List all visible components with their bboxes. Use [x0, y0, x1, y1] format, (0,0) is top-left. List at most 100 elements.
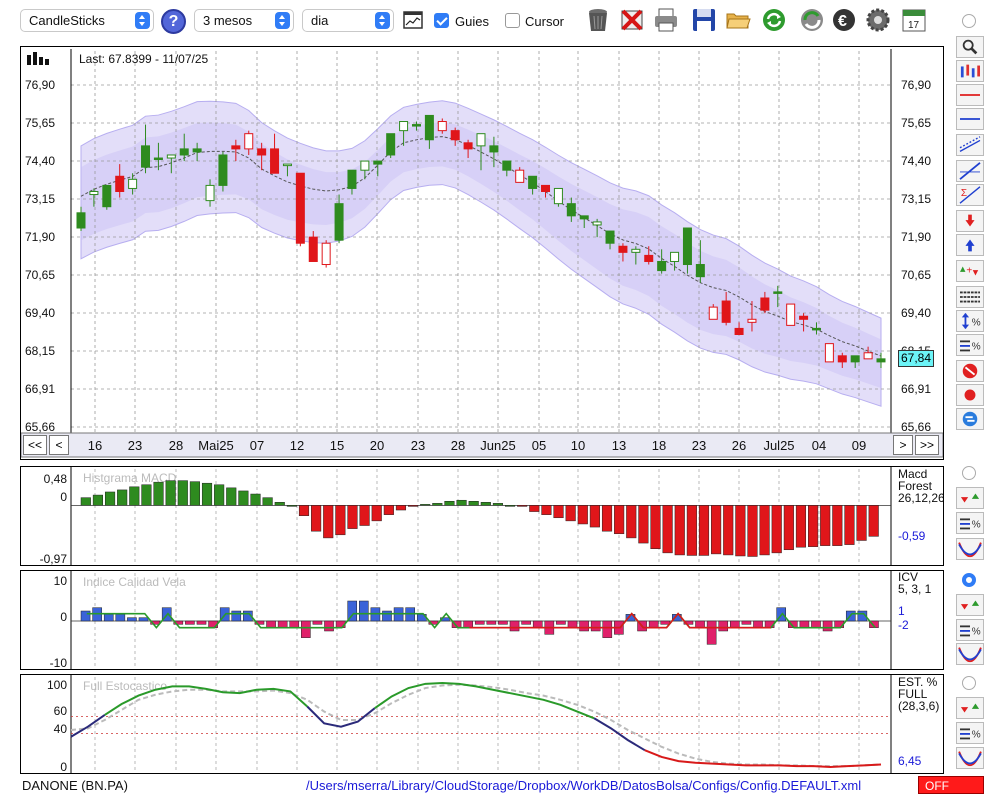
stochastic-panel[interactable]: Full Estocastico 100 60 40 0 EST. % FULL (28,3,…	[20, 674, 944, 774]
open-folder-icon[interactable]	[724, 6, 752, 34]
period-select[interactable]: 3 mesos	[194, 9, 294, 32]
side-label: 26,12,26	[898, 491, 943, 505]
x-tick-label: 04	[812, 438, 826, 453]
icv-chart[interactable]: Indice Calidad Vela100-10ICV5, 3, 11-2	[21, 570, 943, 670]
candles-icon[interactable]	[956, 60, 984, 82]
no-entry-icon[interactable]	[956, 360, 984, 382]
x-tick-label: 26	[732, 438, 746, 453]
cursor-checkbox[interactable]	[505, 13, 520, 28]
histogram-bar	[662, 505, 673, 554]
horizontal-line-blue-icon[interactable]	[956, 108, 984, 130]
arrow-down-icon[interactable]	[956, 210, 984, 232]
side-label: 6,45	[898, 754, 922, 768]
print-icon[interactable]	[652, 6, 680, 34]
calendar-icon[interactable]: 17	[900, 6, 928, 34]
histogram-bar	[820, 505, 831, 546]
candle	[553, 187, 563, 205]
histogram-bar	[759, 505, 770, 556]
histogram-bar	[486, 620, 497, 625]
refresh-icon[interactable]	[760, 6, 788, 34]
off-indicator[interactable]: OFF	[918, 776, 984, 794]
percent-lines-icon[interactable]: %	[956, 722, 984, 744]
x-tick-label: 28	[169, 438, 183, 453]
candle	[360, 160, 370, 171]
signals-updown-icon[interactable]	[956, 487, 984, 509]
arrow-up-icon[interactable]	[956, 234, 984, 256]
histogram-bar	[626, 505, 637, 539]
channel-icon[interactable]	[956, 134, 984, 156]
candle	[850, 355, 860, 363]
icv-radio[interactable]	[962, 573, 976, 587]
histogram-bar	[698, 505, 710, 556]
config-path-link[interactable]: /Users/mserra/Library/CloudStorage/Dropb…	[306, 778, 861, 793]
currency-icon[interactable]: €	[830, 6, 858, 34]
side-label: 1	[898, 604, 905, 618]
nav-prev-button[interactable]: <	[49, 435, 69, 455]
percent-lines-icon[interactable]: %	[956, 334, 984, 356]
chart-window-icon[interactable]	[402, 9, 424, 31]
zoom-icon[interactable]	[956, 36, 984, 58]
oscillator-icon[interactable]	[956, 747, 984, 769]
candlestick-chart-panel[interactable]: 76,90 76,90 75,65 75,65 74,40 74,40 73,15 73,15…	[20, 46, 944, 460]
candlestick-chart[interactable]: 76,90 76,90 75,65 75,65 74,40 74,40 73,15 73,15…	[20, 47, 944, 459]
nav-first-button[interactable]: <<	[23, 435, 47, 455]
candle	[708, 306, 718, 320]
icv-panel[interactable]: Indice Calidad Vela 10 0 -10 ICV 5, 3, 1 1 -2	[20, 570, 944, 670]
histogram-bar	[238, 490, 249, 506]
save-icon[interactable]	[690, 6, 718, 34]
fibonacci-icon[interactable]: Σ	[956, 184, 984, 206]
y-tick-right: 69,40	[901, 306, 931, 320]
interval-select[interactable]: dia	[302, 9, 394, 32]
macd-histogram-chart[interactable]: Histgrama MACD0,480-0,97MacdForest26,12,…	[21, 467, 945, 566]
histogram-bar	[590, 620, 601, 632]
percent-lines-icon[interactable]: %	[956, 512, 984, 534]
histogram-bar	[129, 486, 140, 506]
percent-lines-icon[interactable]: %	[956, 619, 984, 641]
histogram-bar	[298, 505, 310, 516]
record-icon[interactable]	[956, 384, 984, 406]
guides-checkbox[interactable]	[434, 13, 449, 28]
candle	[476, 133, 486, 147]
oscillator-icon[interactable]	[956, 643, 984, 665]
histogram-bar	[799, 620, 810, 628]
lines-icon[interactable]	[956, 286, 984, 308]
delete-chart-icon[interactable]	[618, 6, 646, 34]
candle	[618, 245, 628, 253]
macd-radio[interactable]	[962, 466, 976, 480]
swap-icon[interactable]	[956, 408, 984, 430]
signals-updown-icon[interactable]	[956, 697, 984, 719]
last-price-label: Last: 67.8399 - 11/07/25	[79, 52, 209, 66]
chevron-updown-icon	[375, 12, 390, 29]
candle	[463, 142, 473, 150]
guides-label: Guies	[455, 14, 489, 29]
candle	[437, 121, 447, 132]
histogram-bar	[382, 610, 392, 622]
percent-scale-icon[interactable]: %	[956, 310, 984, 332]
stochastic-chart[interactable]: Full Estocastico10060400EST. %FULL(28,3,…	[21, 675, 943, 774]
x-tick-label: 28	[451, 438, 465, 453]
help-button[interactable]: ?	[161, 9, 186, 34]
candle	[541, 184, 551, 192]
nav-last-button[interactable]: >>	[915, 435, 939, 455]
signals-icon[interactable]: +	[956, 260, 984, 282]
histogram-bar	[660, 620, 671, 625]
stochastic-radio[interactable]	[962, 676, 976, 690]
sync-icon[interactable]	[798, 6, 826, 34]
candle	[308, 236, 318, 262]
trendline-icon[interactable]	[956, 160, 984, 182]
main-panel-radio[interactable]	[962, 14, 976, 28]
candle	[373, 160, 383, 165]
candle	[115, 175, 125, 192]
x-tick-label: 23	[692, 438, 706, 453]
chart-type-select[interactable]: CandleSticks	[20, 9, 154, 32]
trash-icon[interactable]	[584, 6, 612, 34]
histogram-bar	[753, 620, 763, 628]
x-tick-label: 07	[250, 438, 264, 453]
macd-panel[interactable]: Histgrama MACD 0,48 0 -0,97 Macd Forest 26,12,…	[20, 466, 945, 566]
signals-updown-icon[interactable]	[956, 594, 984, 616]
gear-icon[interactable]	[864, 6, 892, 34]
horizontal-line-red-icon[interactable]	[956, 84, 984, 106]
y-tick-left: 73,15	[25, 192, 55, 206]
oscillator-icon[interactable]	[956, 538, 984, 560]
nav-next-button[interactable]: >	[893, 435, 913, 455]
